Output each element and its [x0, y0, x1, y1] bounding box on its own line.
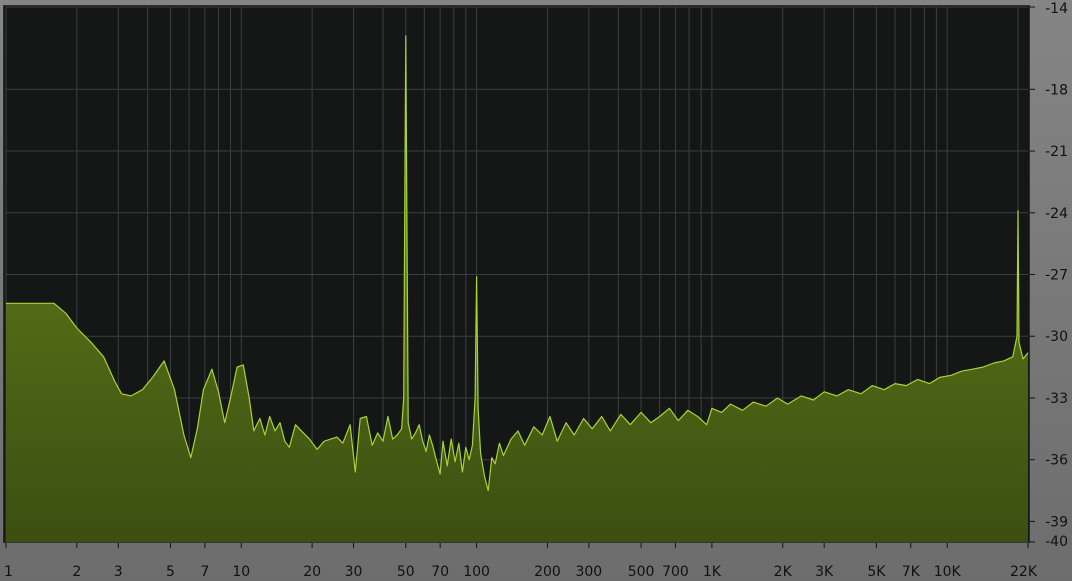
- x-tick-label: 7K: [902, 564, 921, 580]
- x-tick-label: 3: [114, 564, 123, 580]
- y-tick-label: -33: [1045, 391, 1068, 407]
- y-tick-label: -18: [1045, 82, 1068, 98]
- x-tick-label: 1: [4, 564, 13, 580]
- y-tick-label: -21: [1045, 144, 1068, 160]
- x-tick-label: 5K: [867, 564, 886, 580]
- x-tick-label: 50: [397, 564, 415, 580]
- y-tick-label: -24: [1045, 206, 1068, 222]
- y-tick-label: -27: [1045, 268, 1068, 284]
- x-tick-label: 1K: [703, 564, 722, 580]
- y-tick-label: -36: [1045, 453, 1068, 469]
- x-tick-label: 10K: [934, 564, 962, 580]
- spectrum-series: [6, 35, 1029, 543]
- y-tick-label: -30: [1045, 329, 1068, 345]
- x-tick-label: 7: [200, 564, 209, 580]
- spectrum-area: [6, 35, 1028, 543]
- y-tick-label: -14: [1045, 1, 1068, 17]
- x-tick-label: 5: [166, 564, 175, 580]
- spectrum-chart: 1 2 3 5 7 10 20 30 50 70 100 200 300 500 700 1K 2K 3K 5K 7K…: [4, 1, 1068, 580]
- x-axis: 1 2 3 5 7 10 20 30 50 70 100 200 300 500 700 1K 2K 3K 5K 7K…: [4, 543, 1038, 580]
- x-tick-label: 70: [431, 564, 449, 580]
- x-tick-label: 100: [463, 564, 490, 580]
- x-tick-label: 2: [72, 564, 81, 580]
- x-tick-label: 700: [662, 564, 689, 580]
- x-tick-label: 3K: [815, 564, 834, 580]
- x-tick-label: 2K: [774, 564, 793, 580]
- x-tick-label: 30: [345, 564, 363, 580]
- x-tick-label: 500: [628, 564, 655, 580]
- y-tick-label: -40: [1045, 534, 1068, 550]
- y-tick-label: -39: [1045, 514, 1068, 530]
- x-tick-label: 20: [303, 564, 321, 580]
- x-tick-label: 300: [575, 564, 602, 580]
- y-axis: -14 -18 -21 -24 -27 -30 -33 -36 -39 -40: [1030, 1, 1068, 550]
- x-tick-label: 22K: [1010, 564, 1038, 580]
- x-tick-label: 10: [232, 564, 250, 580]
- spectrum-analyzer: 1 2 3 5 7 10 20 30 50 70 100 200 300 500 700 1K 2K 3K 5K 7K…: [0, 0, 1072, 581]
- x-tick-label: 200: [534, 564, 561, 580]
